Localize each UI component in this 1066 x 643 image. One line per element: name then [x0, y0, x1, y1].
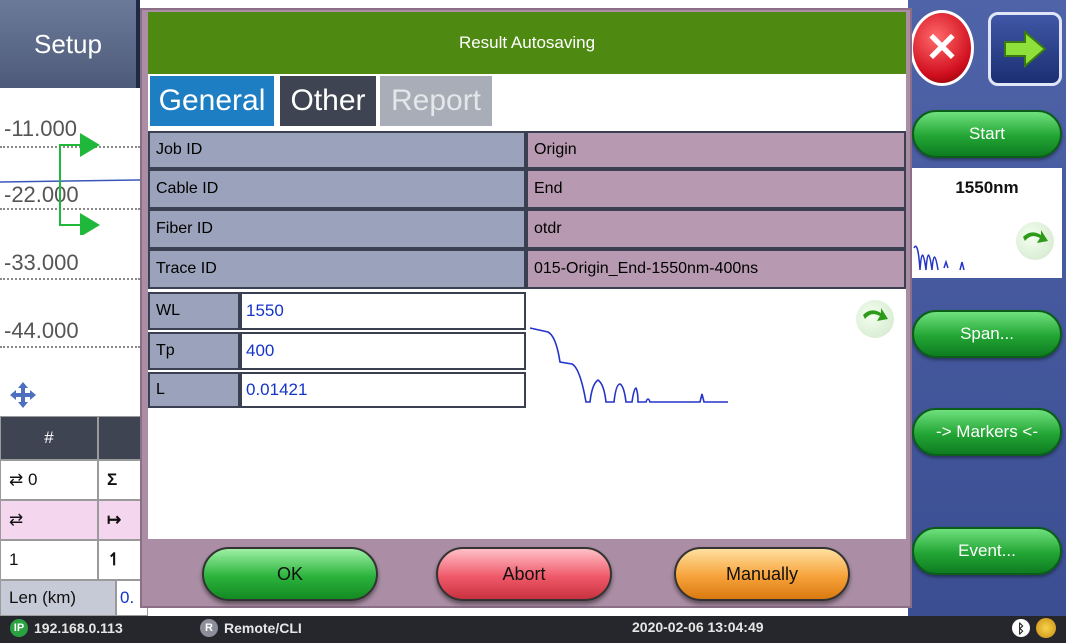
wl-label: WL: [148, 292, 240, 330]
remote-badge: R: [200, 619, 218, 637]
wavelength-label: 1550nm: [955, 178, 1019, 197]
ip-address: 192.168.0.113: [34, 620, 123, 636]
next-icon[interactable]: [988, 12, 1062, 86]
refresh-arrow-icon[interactable]: [1016, 222, 1054, 260]
trace-id-label: Trace ID: [148, 249, 526, 289]
right-panel: [908, 0, 1066, 616]
tab-general[interactable]: General: [150, 76, 274, 126]
table-row[interactable]: 1: [0, 540, 98, 580]
len-label: Len (km): [0, 580, 116, 616]
grid-line: [0, 278, 140, 280]
table-row[interactable]: ⇄: [0, 500, 98, 540]
table-row[interactable]: ⇄ 0: [0, 460, 98, 500]
marker-overlay[interactable]: [0, 125, 140, 235]
event-button[interactable]: Event...: [912, 527, 1062, 575]
setup-button[interactable]: Setup: [0, 0, 140, 88]
remote-status: Remote/CLI: [224, 620, 302, 636]
ip-badge: IP: [10, 619, 28, 637]
manually-button[interactable]: Manually: [674, 547, 850, 601]
close-icon[interactable]: ✕: [910, 10, 974, 86]
abort-button[interactable]: Abort: [436, 547, 612, 601]
trace-preview: [529, 327, 728, 403]
tab-other[interactable]: Other: [280, 76, 376, 126]
move-icon[interactable]: [8, 380, 38, 410]
refresh-arrow-icon[interactable]: [856, 300, 894, 338]
fiber-id-label: Fiber ID: [148, 209, 526, 249]
tp-value[interactable]: 400: [240, 332, 526, 370]
cable-id-label: Cable ID: [148, 169, 526, 209]
bluetooth-icon: ᛒ: [1012, 619, 1030, 637]
span-button[interactable]: Span...: [912, 310, 1062, 358]
l-value[interactable]: 0.01421: [240, 372, 526, 408]
tp-label: Tp: [148, 332, 240, 370]
tab-report[interactable]: Report: [380, 76, 492, 126]
y-axis-tick: -33.000: [4, 250, 79, 275]
y-axis-tick: -44.000: [4, 318, 79, 343]
dialog-title: Result Autosaving: [148, 12, 906, 74]
datetime: 2020-02-06 13:04:49: [632, 619, 764, 635]
wl-value[interactable]: 1550: [240, 292, 526, 330]
ok-button[interactable]: OK: [202, 547, 378, 601]
status-bar: IP 192.168.0.113 R Remote/CLI 2020-02-06…: [0, 616, 1066, 643]
mini-trace: [913, 245, 965, 271]
table-header: #: [0, 416, 98, 460]
cable-id-value[interactable]: End: [526, 169, 906, 209]
trace-id-value[interactable]: 015-Origin_End-1550nm-400ns: [526, 249, 906, 289]
markers-button[interactable]: -> Markers <-: [912, 408, 1062, 456]
fiber-id-value[interactable]: otdr: [526, 209, 906, 249]
l-label: L: [148, 372, 240, 408]
grid-line: [0, 346, 140, 348]
user-icon: [1036, 618, 1056, 638]
job-id-label: Job ID: [148, 131, 526, 169]
job-id-value[interactable]: Origin: [526, 131, 906, 169]
start-button[interactable]: Start: [912, 110, 1062, 158]
